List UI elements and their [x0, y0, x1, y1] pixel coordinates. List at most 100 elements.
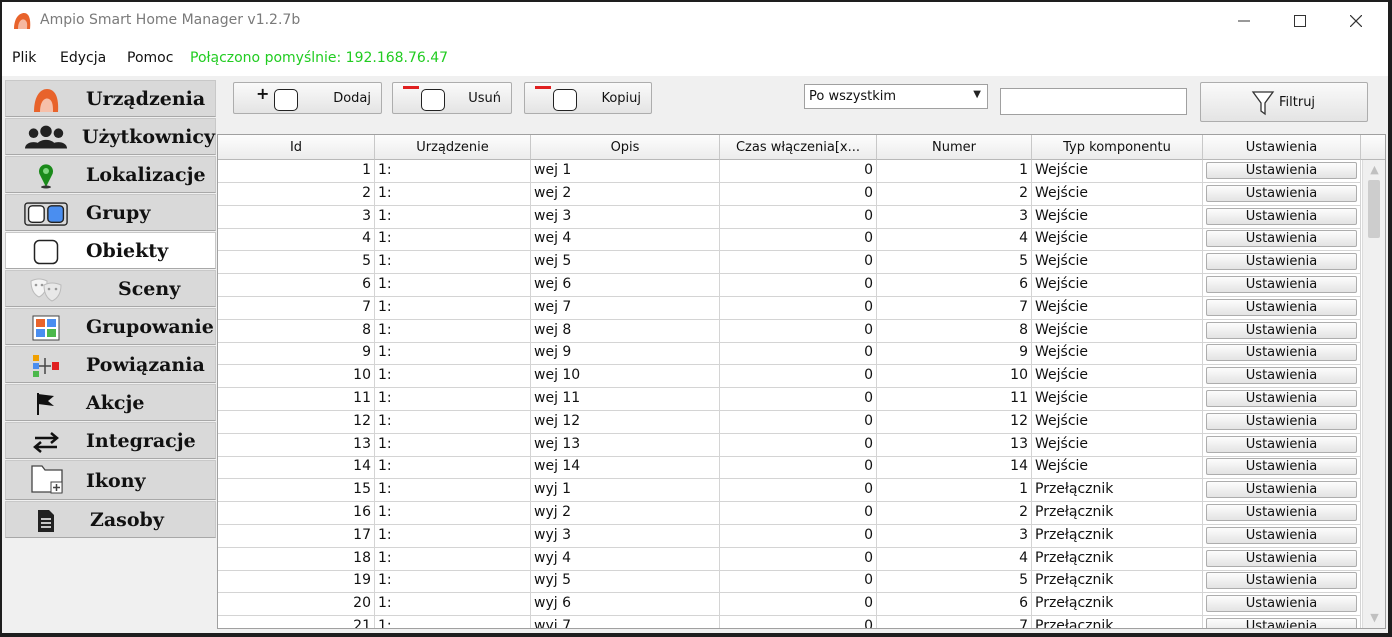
cell-col-id[interactable]: 7	[218, 296, 375, 320]
settings-button[interactable]: Ustawienia	[1206, 321, 1357, 339]
cell-col-opis[interactable]: wej 14	[531, 456, 720, 480]
menu-edycja[interactable]: Edycja	[60, 50, 106, 66]
header-col-numer[interactable]: Numer	[877, 135, 1032, 160]
settings-button[interactable]: Ustawienia	[1206, 162, 1357, 179]
cell-col-numer[interactable]: 2	[877, 182, 1032, 206]
cell-col-czas[interactable]: 0	[720, 388, 877, 411]
cell-col-numer[interactable]: 1	[877, 160, 1032, 183]
settings-button[interactable]: Ustawienia	[1206, 435, 1357, 453]
settings-button[interactable]: Ustawienia	[1206, 184, 1357, 202]
cell-col-typ[interactable]: Wejście	[1032, 319, 1203, 343]
cell-col-numer[interactable]: 3	[877, 524, 1032, 548]
cell-col-typ[interactable]: Wejście	[1032, 160, 1203, 183]
table-row[interactable]: 1 1: wej 1 0 1 Wejście Ustawienia	[218, 160, 1361, 183]
cell-col-id[interactable]: 16	[218, 502, 375, 525]
table-row[interactable]: 11 1: wej 11 0 11 Wejście Ustawienia	[218, 388, 1361, 411]
header-col-id[interactable]: Id	[218, 135, 375, 160]
cell-col-id[interactable]: 5	[218, 251, 375, 275]
cell-col-opis[interactable]: wej 8	[531, 319, 720, 343]
cell-col-opis[interactable]: wyj 1	[531, 479, 720, 503]
cell-col-czas[interactable]: 0	[720, 319, 877, 343]
table-row[interactable]: 18 1: wyj 4 0 4 Przełącznik Ustawienia	[218, 547, 1361, 571]
settings-button[interactable]: Ustawienia	[1206, 595, 1357, 613]
table-row[interactable]: 16 1: wyj 2 0 2 Przełącznik Ustawienia	[218, 502, 1361, 525]
add-button[interactable]: + Dodaj	[233, 82, 382, 114]
cell-col-numer[interactable]: 5	[877, 570, 1032, 594]
cell-col-typ[interactable]: Wejście	[1032, 205, 1203, 229]
close-button[interactable]	[1328, 2, 1384, 40]
table-row[interactable]: 17 1: wyj 3 0 3 Przełącznik Ustawienia	[218, 524, 1361, 548]
settings-button[interactable]: Ustawienia	[1206, 344, 1357, 362]
cell-col-opis[interactable]: wej 7	[531, 296, 720, 320]
cell-col-opis[interactable]: wyj 6	[531, 593, 720, 617]
cell-col-urzadzenie[interactable]: 1:	[375, 433, 531, 457]
table-row[interactable]: 19 1: wyj 5 0 5 Przełącznik Ustawienia	[218, 570, 1361, 594]
settings-button[interactable]: Ustawienia	[1206, 412, 1357, 430]
cell-col-id[interactable]: 9	[218, 342, 375, 366]
cell-col-czas[interactable]: 0	[720, 547, 877, 571]
menu-plik[interactable]: Plik	[12, 50, 36, 66]
sidebar-item-powiazania[interactable]: Powiązania	[5, 346, 216, 383]
cell-col-id[interactable]: 11	[218, 388, 375, 411]
cell-col-czas[interactable]: 0	[720, 205, 877, 229]
table-row[interactable]: 3 1: wej 3 0 3 Wejście Ustawienia	[218, 205, 1361, 229]
cell-col-czas[interactable]: 0	[720, 182, 877, 206]
copy-button[interactable]: Kopiuj	[524, 82, 652, 114]
cell-col-numer[interactable]: 3	[877, 205, 1032, 229]
cell-col-id[interactable]: 8	[218, 319, 375, 343]
cell-col-urzadzenie[interactable]: 1:	[375, 410, 531, 434]
cell-col-urzadzenie[interactable]: 1:	[375, 456, 531, 480]
cell-col-id[interactable]: 6	[218, 274, 375, 297]
cell-col-numer[interactable]: 7	[877, 296, 1032, 320]
cell-col-czas[interactable]: 0	[720, 228, 877, 252]
cell-col-numer[interactable]: 6	[877, 593, 1032, 617]
table-row[interactable]: 7 1: wej 7 0 7 Wejście Ustawienia	[218, 296, 1361, 320]
cell-col-opis[interactable]: wej 6	[531, 274, 720, 297]
sidebar-item-obiekty[interactable]: Obiekty	[5, 232, 216, 269]
cell-col-typ[interactable]: Wejście	[1032, 251, 1203, 275]
cell-col-czas[interactable]: 0	[720, 433, 877, 457]
settings-button[interactable]: Ustawienia	[1206, 572, 1357, 590]
cell-col-czas[interactable]: 0	[720, 296, 877, 320]
sidebar-item-lokalizacje[interactable]: Lokalizacje	[5, 156, 216, 193]
cell-col-numer[interactable]: 6	[877, 274, 1032, 297]
cell-col-czas[interactable]: 0	[720, 524, 877, 548]
table-row[interactable]: 5 1: wej 5 0 5 Wejście Ustawienia	[218, 251, 1361, 275]
cell-col-urzadzenie[interactable]: 1:	[375, 616, 531, 628]
table-row[interactable]: 9 1: wej 9 0 9 Wejście Ustawienia	[218, 342, 1361, 366]
cell-col-urzadzenie[interactable]: 1:	[375, 593, 531, 617]
table-row[interactable]: 20 1: wyj 6 0 6 Przełącznik Ustawienia	[218, 593, 1361, 617]
cell-col-typ[interactable]: Przełącznik	[1032, 479, 1203, 503]
table-row[interactable]: 12 1: wej 12 0 12 Wejście Ustawienia	[218, 410, 1361, 434]
cell-col-czas[interactable]: 0	[720, 570, 877, 594]
cell-col-typ[interactable]: Wejście	[1032, 365, 1203, 389]
cell-col-opis[interactable]: wej 4	[531, 228, 720, 252]
settings-button[interactable]: Ustawienia	[1206, 526, 1357, 544]
filter-mode-select[interactable]: Po wszystkim ▼	[804, 84, 988, 109]
cell-col-numer[interactable]: 9	[877, 342, 1032, 366]
cell-col-opis[interactable]: wej 11	[531, 388, 720, 411]
cell-col-numer[interactable]: 14	[877, 456, 1032, 480]
cell-col-id[interactable]: 20	[218, 593, 375, 617]
cell-col-typ[interactable]: Wejście	[1032, 296, 1203, 320]
cell-col-typ[interactable]: Przełącznik	[1032, 593, 1203, 617]
cell-col-opis[interactable]: wej 3	[531, 205, 720, 229]
cell-col-numer[interactable]: 4	[877, 228, 1032, 252]
cell-col-id[interactable]: 18	[218, 547, 375, 571]
settings-button[interactable]: Ustawienia	[1206, 276, 1357, 293]
header-col-typ[interactable]: Typ komponentu	[1032, 135, 1203, 160]
cell-col-urzadzenie[interactable]: 1:	[375, 205, 531, 229]
cell-col-urzadzenie[interactable]: 1:	[375, 296, 531, 320]
header-col-czas[interactable]: Czas włączenia[x...	[720, 135, 877, 160]
sidebar-item-urzadzenia[interactable]: Urządzenia	[5, 80, 216, 117]
cell-col-urzadzenie[interactable]: 1:	[375, 274, 531, 297]
cell-col-opis[interactable]: wej 5	[531, 251, 720, 275]
settings-button[interactable]: Ustawienia	[1206, 549, 1357, 567]
cell-col-typ[interactable]: Wejście	[1032, 433, 1203, 457]
cell-col-numer[interactable]: 2	[877, 502, 1032, 525]
cell-col-typ[interactable]: Wejście	[1032, 456, 1203, 480]
cell-col-urzadzenie[interactable]: 1:	[375, 182, 531, 206]
cell-col-opis[interactable]: wyj 2	[531, 502, 720, 525]
scroll-thumb[interactable]	[1368, 180, 1380, 238]
cell-col-urzadzenie[interactable]: 1:	[375, 342, 531, 366]
